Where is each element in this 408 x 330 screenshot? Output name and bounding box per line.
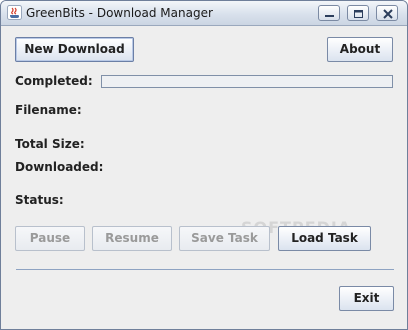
load-task-button[interactable]: Load Task <box>278 226 371 251</box>
status-label: Status: <box>15 193 64 207</box>
app-window: GreenBits - Download Manager New Downloa… <box>0 0 408 330</box>
resume-button[interactable]: Resume <box>92 226 172 251</box>
close-button[interactable] <box>376 5 398 21</box>
total-size-label: Total Size: <box>15 137 85 151</box>
java-app-icon <box>7 5 22 20</box>
close-icon <box>383 9 393 19</box>
about-button[interactable]: About <box>327 37 393 62</box>
title-bar[interactable]: GreenBits - Download Manager <box>1 1 407 26</box>
completed-label: Completed: <box>15 74 93 88</box>
minimize-icon <box>325 15 334 17</box>
download-progress-bar <box>101 75 393 88</box>
exit-button[interactable]: Exit <box>339 286 394 311</box>
separator <box>16 269 394 270</box>
minimize-button[interactable] <box>318 5 340 21</box>
maximize-icon <box>354 10 363 18</box>
filename-label: Filename: <box>15 103 82 117</box>
main-panel: New Download About Completed: Filename: … <box>1 26 407 329</box>
maximize-button[interactable] <box>347 5 369 21</box>
new-download-button[interactable]: New Download <box>15 37 134 62</box>
pause-button[interactable]: Pause <box>15 226 85 251</box>
downloaded-label: Downloaded: <box>15 160 104 174</box>
window-title: GreenBits - Download Manager <box>26 6 213 20</box>
save-task-button[interactable]: Save Task <box>179 226 270 251</box>
